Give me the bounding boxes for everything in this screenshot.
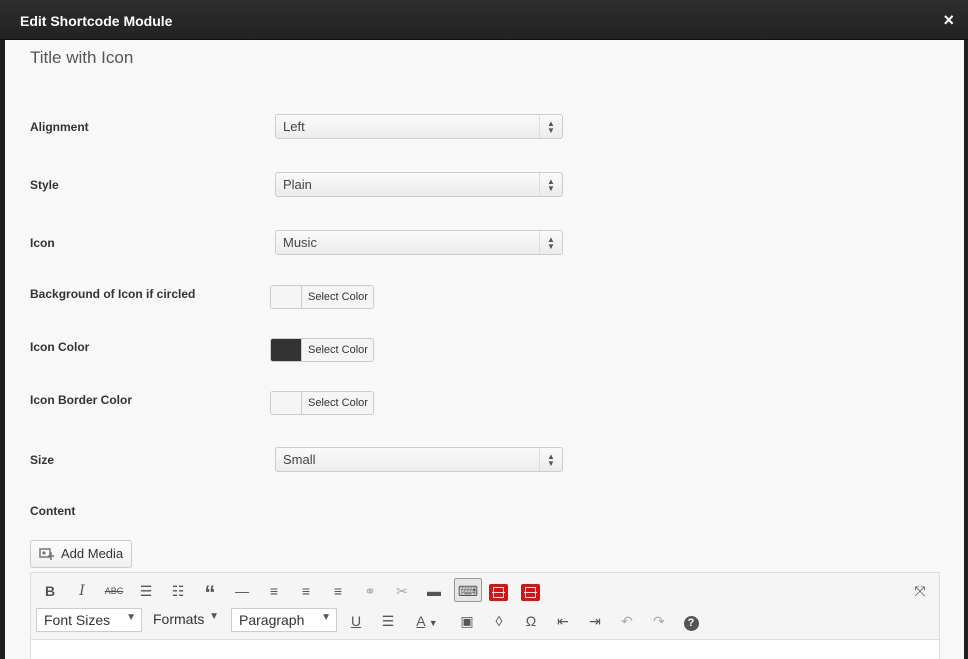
toolbar-toggle-icon[interactable]: ⌨ xyxy=(454,578,482,602)
outdent-icon[interactable]: ⇤ xyxy=(550,609,576,633)
justify-icon[interactable]: ☰ xyxy=(375,609,401,633)
clear-formatting-icon[interactable]: ◊ xyxy=(486,609,512,633)
select-arrows-icon: ▲ ▼ xyxy=(539,448,562,471)
strikethrough-icon[interactable]: ABC xyxy=(101,579,127,603)
bg-icon-label: Background of Icon if circled xyxy=(30,287,196,301)
link-icon[interactable]: ⚭ xyxy=(357,579,383,603)
icon-label: Icon xyxy=(30,236,55,250)
content-editor: B I ABC ☰ ☷ “ — ≡ ≡ ≡ ⚭ ✂ ▬ ⌨ ⤧ Font Siz… xyxy=(30,572,940,659)
size-select[interactable]: Small ▲ ▼ xyxy=(275,447,563,472)
style-label: Style xyxy=(30,178,59,192)
font-sizes-dropdown[interactable]: Font Sizes ▼ xyxy=(36,608,142,632)
horizontal-rule-icon[interactable]: — xyxy=(229,579,255,603)
color-swatch xyxy=(271,392,302,414)
align-center-icon[interactable]: ≡ xyxy=(293,579,319,603)
add-media-label: Add Media xyxy=(61,546,124,561)
content-label: Content xyxy=(30,504,76,518)
shortcode-icon[interactable] xyxy=(517,579,543,603)
unlink-icon[interactable]: ✂ xyxy=(389,579,415,603)
special-character-icon[interactable]: Ω xyxy=(518,609,544,633)
alignment-label: Alignment xyxy=(30,120,89,134)
color-swatch xyxy=(271,339,302,361)
add-media-icon xyxy=(39,548,54,560)
size-value: Small xyxy=(283,452,316,467)
shortcode-modal: Edit Shortcode Module × Title with Icon … xyxy=(0,0,968,659)
paragraph-label: Paragraph xyxy=(239,612,305,628)
paste-text-icon[interactable]: ▣ xyxy=(454,609,480,633)
bullet-list-icon[interactable]: ☰ xyxy=(133,579,159,603)
editor-content-area[interactable] xyxy=(31,639,939,659)
numbered-list-icon[interactable]: ☷ xyxy=(165,579,191,603)
align-left-icon[interactable]: ≡ xyxy=(261,579,287,603)
select-arrows-icon: ▲ ▼ xyxy=(539,231,562,254)
shortcode-icon[interactable] xyxy=(485,579,511,603)
color-swatch xyxy=(271,286,302,308)
icon-color-label: Icon Color xyxy=(30,340,90,354)
bold-icon[interactable]: B xyxy=(37,579,63,603)
text-color-icon[interactable]: A ▼ xyxy=(407,609,447,633)
icon-border-label: Icon Border Color xyxy=(30,393,133,407)
module-title: Title with Icon xyxy=(30,48,134,67)
paragraph-dropdown[interactable]: Paragraph ▼ xyxy=(231,608,337,632)
icon-border-color-picker[interactable]: Select Color xyxy=(270,391,374,415)
bg-icon-color-picker[interactable]: Select Color xyxy=(270,285,374,309)
indent-icon[interactable]: ⇥ xyxy=(582,609,608,633)
chevron-down-icon: ▼ xyxy=(126,612,136,623)
style-value: Plain xyxy=(283,177,312,192)
icon-select[interactable]: Music ▲ ▼ xyxy=(275,230,563,255)
icon-value: Music xyxy=(283,235,317,250)
redo-icon[interactable]: ↷ xyxy=(646,609,672,633)
modal-header-title: Edit Shortcode Module xyxy=(20,13,173,29)
fullscreen-icon[interactable]: ⤧ xyxy=(907,579,933,603)
add-media-button[interactable]: Add Media xyxy=(30,540,132,568)
alignment-select[interactable]: Left ▲ ▼ xyxy=(275,114,563,139)
formats-label: Formats xyxy=(153,611,205,627)
undo-icon[interactable]: ↶ xyxy=(614,609,640,633)
read-more-icon[interactable]: ▬ xyxy=(421,579,447,603)
select-arrows-icon: ▲ ▼ xyxy=(539,115,562,138)
align-right-icon[interactable]: ≡ xyxy=(325,579,351,603)
font-sizes-label: Font Sizes xyxy=(44,612,111,628)
select-color-label: Select Color xyxy=(308,344,368,356)
chevron-down-icon: ▼ xyxy=(209,611,219,622)
select-color-label: Select Color xyxy=(308,291,368,303)
select-arrows-icon: ▲ ▼ xyxy=(539,173,562,196)
modal-header: Edit Shortcode Module × xyxy=(0,0,968,40)
style-select[interactable]: Plain ▲ ▼ xyxy=(275,172,563,197)
alignment-value: Left xyxy=(283,119,305,134)
size-label: Size xyxy=(30,453,55,467)
underline-icon[interactable]: U xyxy=(343,609,369,633)
select-color-label: Select Color xyxy=(308,397,368,409)
close-icon[interactable]: × xyxy=(943,11,954,29)
icon-color-picker[interactable]: Select Color xyxy=(270,338,374,362)
italic-icon[interactable]: I xyxy=(69,579,95,603)
formats-dropdown[interactable]: Formats ▼ xyxy=(146,608,224,632)
blockquote-icon[interactable]: “ xyxy=(197,579,223,606)
chevron-down-icon: ▼ xyxy=(321,612,331,623)
help-icon[interactable]: ? xyxy=(678,609,704,633)
